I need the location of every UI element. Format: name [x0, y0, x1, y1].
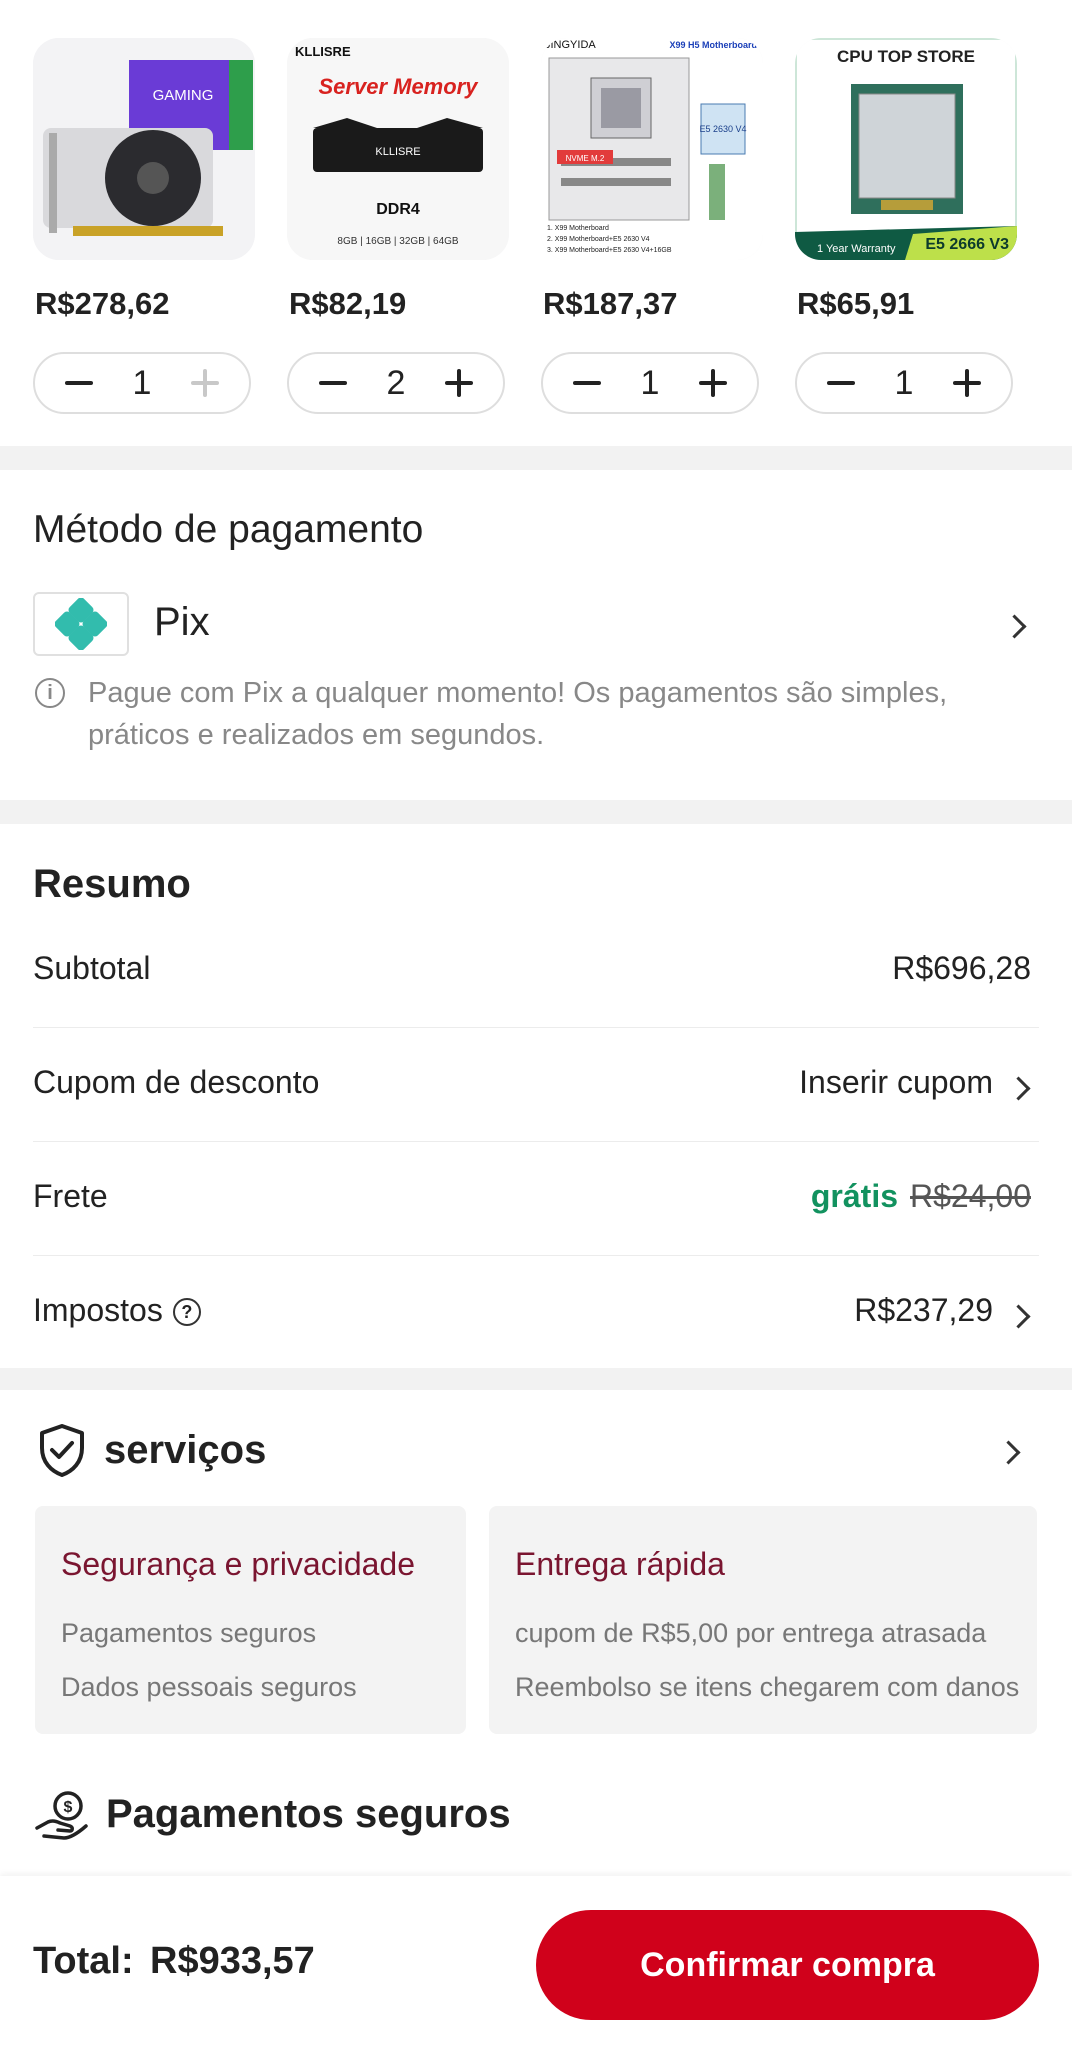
help-icon[interactable]: ?	[172, 1298, 201, 1326]
payment-note: Pague com Pix a qualquer momento! Os pag…	[88, 677, 948, 751]
motherboard-image: JINGYIDA X99 H5 Motherboard NVME M.2 E5 …	[541, 38, 763, 260]
shipping-free-badge: grátis	[810, 1178, 899, 1214]
ram-module-label: KLLISRE	[375, 146, 420, 158]
quantity-stepper: 1	[33, 352, 251, 414]
mb-nvme-label: NVME M.2	[566, 154, 605, 163]
product-card: JINGYIDA X99 H5 Motherboard NVME M.2 E5 …	[541, 38, 763, 414]
taxes-label-wrap: Impostos?	[33, 1292, 201, 1329]
ram-brand-label: KLLISRE	[295, 44, 351, 59]
taxes-value: R$237,29	[854, 1292, 993, 1328]
decrease-quantity-button[interactable]	[317, 367, 349, 399]
decrease-quantity-button[interactable]	[63, 367, 95, 399]
quantity-stepper: 2	[287, 352, 505, 414]
product-card: GAMING R$278,62 1	[33, 38, 255, 414]
section-divider	[0, 446, 1072, 470]
decrease-quantity-button[interactable]	[571, 367, 603, 399]
service-card-line: Pagamentos seguros	[61, 1618, 317, 1648]
section-divider	[0, 1368, 1072, 1390]
product-price: R$278,62	[35, 286, 170, 321]
quantity-value: 1	[132, 363, 152, 402]
product-image-cpu[interactable]: CPU TOP STORE 1 Year Warranty E5 2666 V3	[795, 38, 1017, 260]
service-card-security: Segurança e privacidade Pagamentos segur…	[35, 1506, 466, 1734]
ram-type-label: DDR4	[376, 201, 420, 218]
service-card-line: Dados pessoais seguros	[61, 1672, 357, 1702]
product-price: R$82,19	[289, 286, 407, 321]
product-card: CPU TOP STORE 1 Year Warranty E5 2666 V3…	[795, 38, 1017, 414]
mb-cpu-label: E5 2630 V4	[699, 124, 746, 134]
svg-text:$: $	[64, 1799, 73, 1816]
section-divider	[0, 800, 1072, 824]
gpu-box-label: GAMING	[153, 87, 214, 104]
increase-quantity-button[interactable]	[697, 367, 729, 399]
service-card-line: Reembolso se itens chegarem com danos	[515, 1672, 1020, 1702]
shipping-label: Frete	[33, 1178, 108, 1214]
secure-payments-title: Pagamentos seguros	[106, 1792, 511, 1836]
ram-sizes-label: 8GB | 16GB | 32GB | 64GB	[337, 236, 459, 247]
quantity-value: 2	[386, 363, 406, 402]
pix-logo-box[interactable]	[33, 592, 129, 656]
cpu-model-label: E5 2666 V3	[925, 236, 1009, 253]
shield-check-icon	[40, 1424, 84, 1477]
info-icon: i	[35, 678, 65, 708]
checkout-bar: Total: R$933,57 Confirmar compra	[0, 1876, 1072, 2048]
mb-option-2: 2. X99 Motherboard+E5 2630 V4	[547, 236, 650, 243]
shipping-old-price: R$24,00	[910, 1178, 1031, 1214]
subtotal-label: Subtotal	[33, 950, 151, 986]
increase-quantity-button[interactable]	[443, 367, 475, 399]
mb-option-3: 3. X99 Motherboard+E5 2630 V4+16GB	[547, 247, 672, 254]
quantity-stepper: 1	[541, 352, 759, 414]
coupon-label: Cupom de desconto	[33, 1064, 320, 1100]
cpu-warranty-label: 1 Year Warranty	[817, 243, 896, 255]
chevron-right-icon[interactable]	[1006, 1304, 1031, 1329]
product-price: R$187,37	[543, 286, 678, 321]
product-image-motherboard[interactable]: JINGYIDA X99 H5 Motherboard NVME M.2 E5 …	[541, 38, 763, 260]
taxes-label: Impostos	[33, 1292, 163, 1328]
total-label: Total:	[33, 1940, 134, 1982]
summary-row-subtotal: Subtotal R$696,28	[33, 914, 1039, 1028]
increase-quantity-button[interactable]	[189, 367, 221, 399]
product-price: R$65,91	[797, 286, 915, 321]
quantity-stepper: 1	[795, 352, 1013, 414]
ram-title-label: Server Memory	[319, 74, 480, 99]
confirm-purchase-button[interactable]: Confirmar compra	[536, 1910, 1039, 2020]
payment-method-label[interactable]: Pix	[154, 600, 210, 645]
shipping-value: grátis R$24,00	[811, 1178, 1031, 1215]
product-card: KLLISRE Server Memory KLLISRE DDR4 8GB |…	[287, 38, 509, 414]
ram-image: KLLISRE Server Memory KLLISRE DDR4 8GB |…	[287, 38, 509, 260]
summary-row-taxes[interactable]: Impostos? R$237,29	[33, 1256, 1039, 1370]
summary-row-shipping: Frete grátis R$24,00	[33, 1142, 1039, 1256]
product-image-ram[interactable]: KLLISRE Server Memory KLLISRE DDR4 8GB |…	[287, 38, 509, 260]
chevron-right-icon[interactable]	[1002, 614, 1027, 639]
payment-method-title: Método de pagamento	[33, 508, 424, 551]
subtotal-value: R$696,28	[892, 950, 1031, 986]
quantity-value: 1	[894, 363, 914, 402]
decrease-quantity-button[interactable]	[825, 367, 857, 399]
service-card-line: cupom de R$5,00 por entrega atrasada	[515, 1618, 987, 1648]
coupon-insert-link[interactable]: Inserir cupom	[799, 1064, 993, 1101]
mb-brand-label: JINGYIDA	[545, 39, 596, 51]
service-card-delivery: Entrega rápida cupom de R$5,00 por entre…	[489, 1506, 1037, 1734]
cpu-image: CPU TOP STORE 1 Year Warranty E5 2666 V3	[795, 38, 1017, 260]
quantity-value: 1	[640, 363, 660, 402]
mb-option-1: 1. X99 Motherboard	[547, 225, 609, 232]
cpu-store-label: CPU TOP STORE	[837, 47, 975, 66]
gpu-image: GAMING	[33, 38, 255, 260]
secure-payment-hand-icon: $	[35, 1791, 88, 1840]
chevron-right-icon[interactable]	[1006, 1076, 1031, 1101]
mb-model-label: X99 H5 Motherboard	[669, 40, 757, 50]
increase-quantity-button[interactable]	[951, 367, 983, 399]
total-value: R$933,57	[150, 1940, 315, 1982]
chevron-right-icon[interactable]	[996, 1440, 1021, 1465]
cart-products: GAMING R$278,62 1 KLLISRE Server Memory	[0, 0, 1072, 446]
product-image-gpu[interactable]: GAMING	[33, 38, 255, 260]
service-card-title: Segurança e privacidade	[61, 1546, 416, 1582]
summary-row-coupon[interactable]: Cupom de desconto Inserir cupom	[33, 1028, 1039, 1142]
service-card-title: Entrega rápida	[515, 1546, 725, 1582]
pix-icon	[55, 598, 107, 650]
services-title: serviços	[104, 1428, 267, 1472]
summary-title: Resumo	[33, 862, 191, 906]
